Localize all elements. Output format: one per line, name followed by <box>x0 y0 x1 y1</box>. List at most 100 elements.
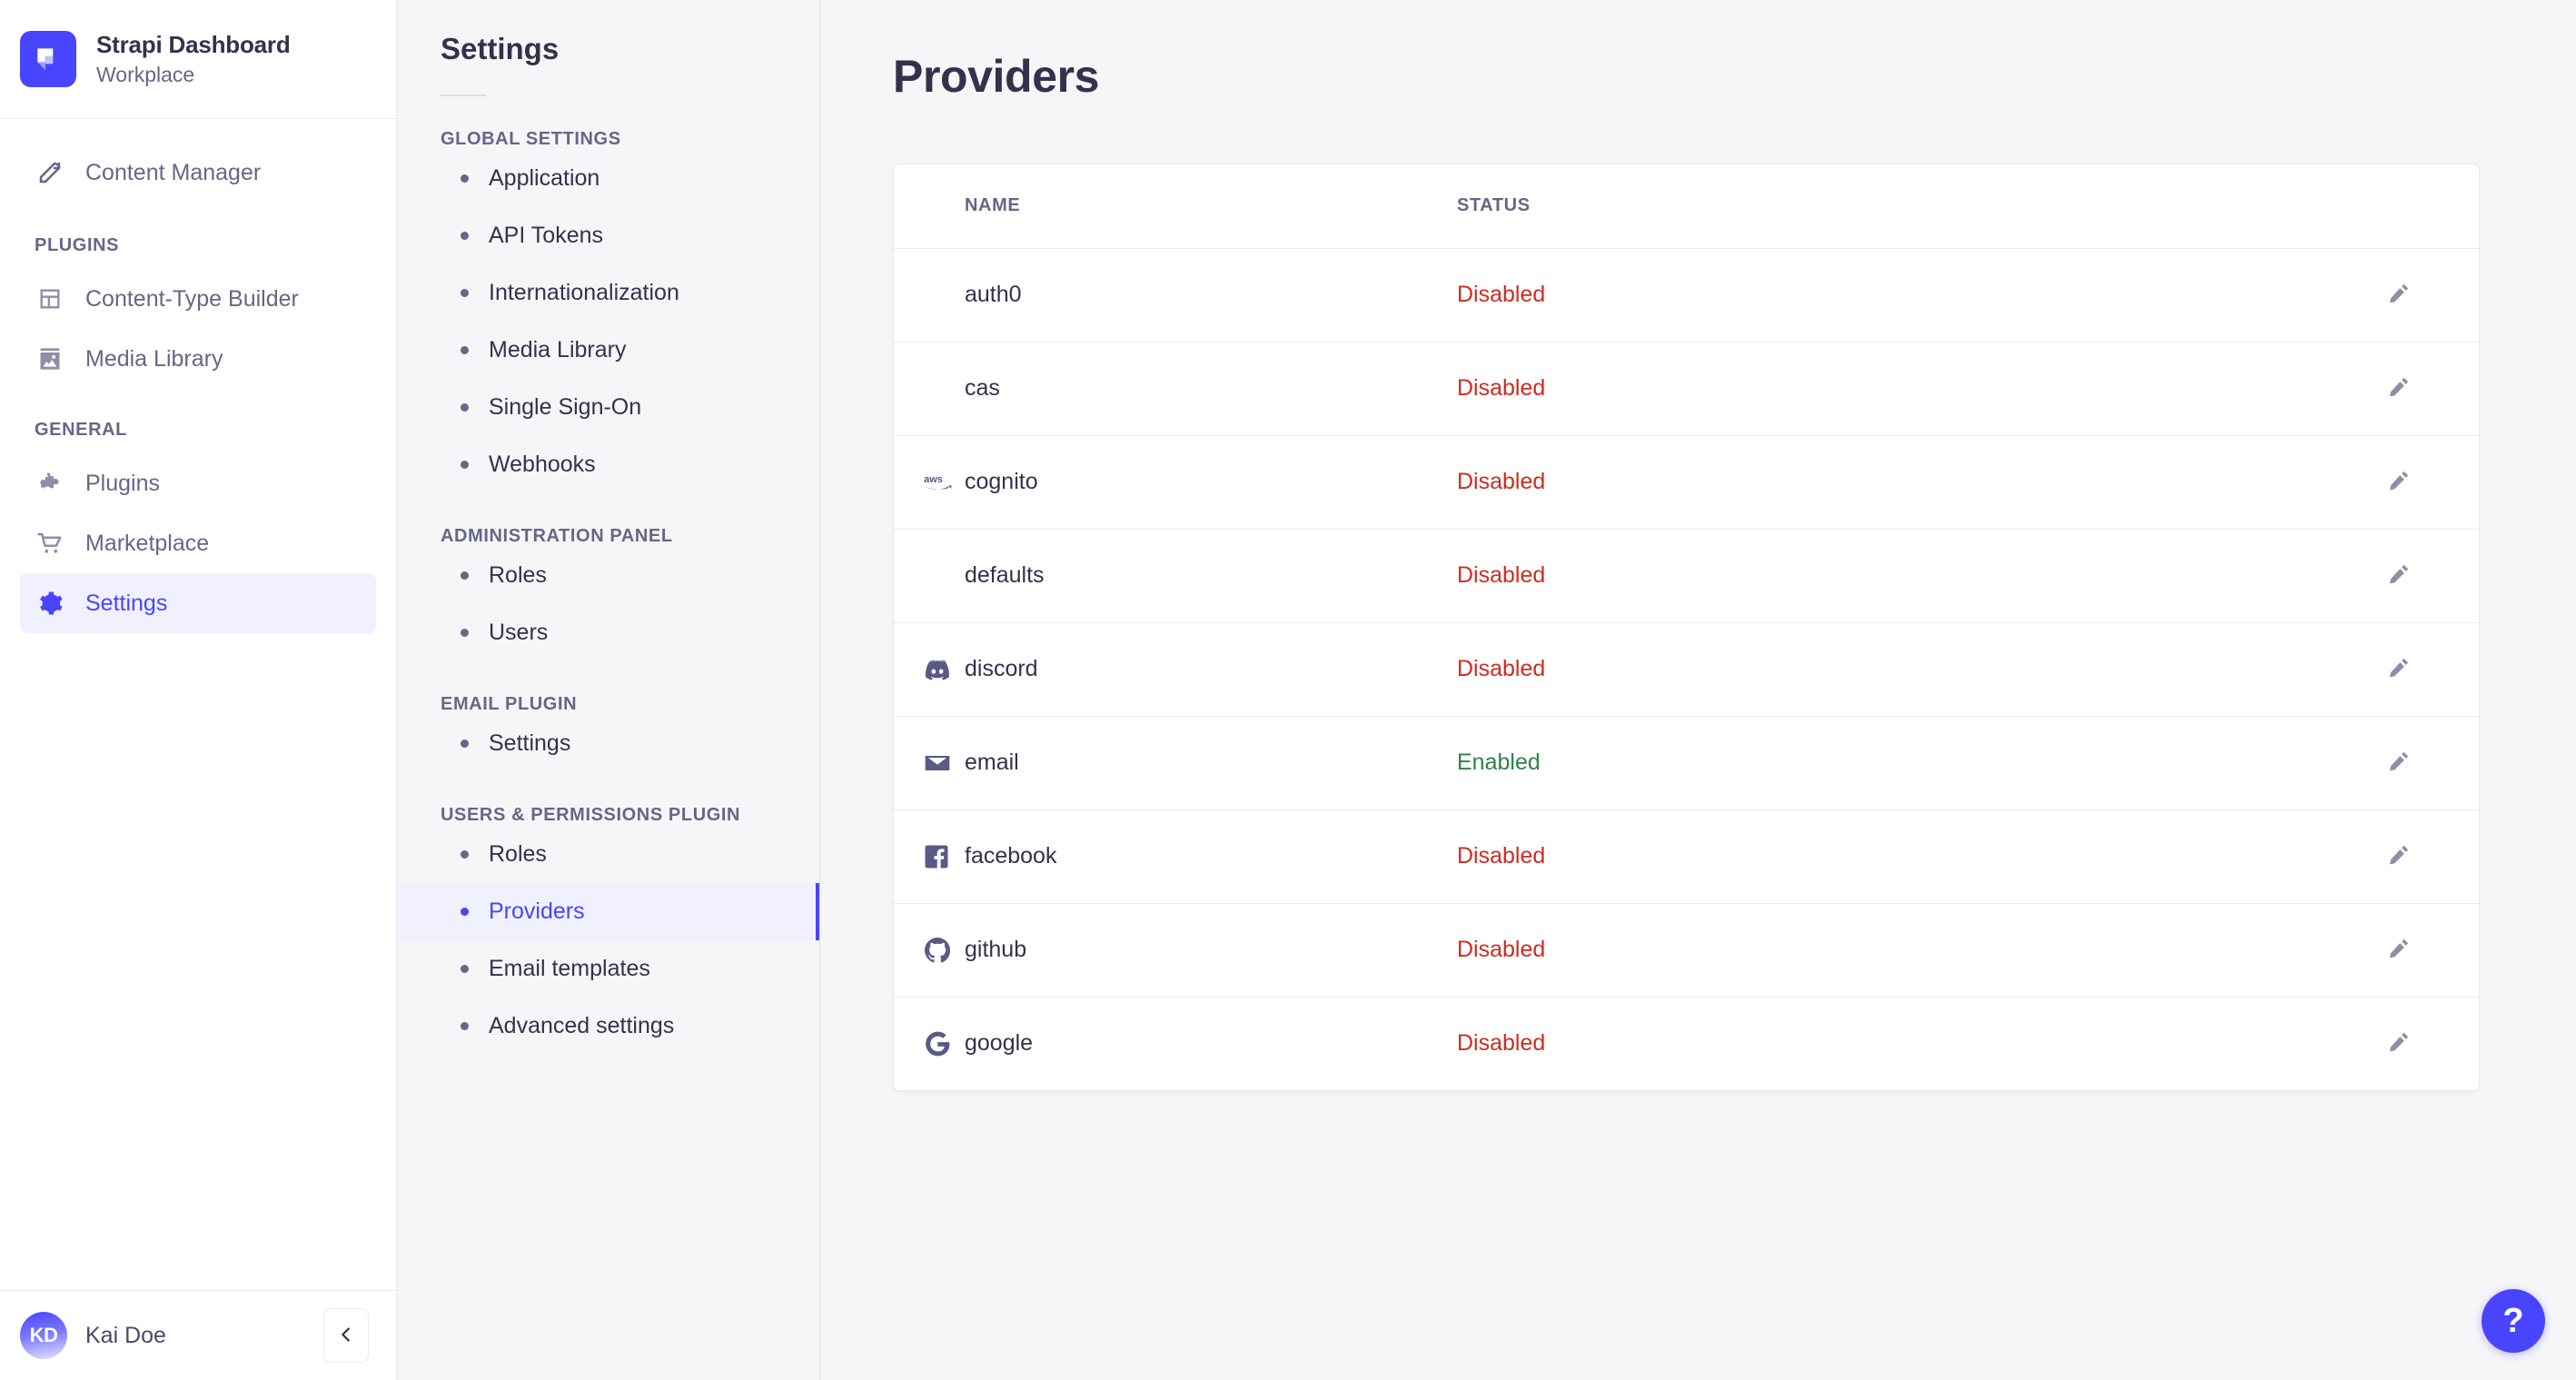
table-row[interactable]: auth0 Disabled <box>894 248 2479 343</box>
github-icon <box>923 936 965 965</box>
table-row[interactable]: facebook Disabled <box>894 809 2479 904</box>
pencil-icon <box>2387 469 2411 495</box>
sidebar-nav: Content Manager PLUGINS Content-Type Bui… <box>0 119 396 1290</box>
subnav-item-api-tokens[interactable]: API Tokens <box>397 207 819 264</box>
subnav-item-application[interactable]: Application <box>397 150 819 207</box>
svg-text:aws: aws <box>924 474 943 485</box>
table-row[interactable]: email Enabled <box>894 716 2479 810</box>
table-row[interactable]: cas Disabled <box>894 342 2479 436</box>
subnav-item-providers[interactable]: Providers <box>397 883 819 940</box>
edit-provider-button[interactable] <box>2379 930 2419 970</box>
sidebar-item-content-manager[interactable]: Content Manager <box>20 143 376 203</box>
bullet-icon <box>461 403 469 412</box>
workspace-subtitle: Workplace <box>96 63 195 86</box>
status-badge: Disabled <box>1457 562 1546 588</box>
table-row[interactable]: github Disabled <box>894 903 2479 998</box>
avatar[interactable]: KD <box>20 1312 67 1359</box>
provider-name: google <box>965 1030 1034 1056</box>
sidebar-item-plugins[interactable]: Plugins <box>20 453 376 513</box>
facebook-icon <box>923 843 965 870</box>
bullet-icon <box>461 461 469 469</box>
subnav-item-label: Providers <box>489 898 585 924</box>
provider-name-cell: github <box>925 936 1457 965</box>
edit-provider-button[interactable] <box>2379 743 2419 783</box>
provider-name: defaults <box>965 562 1045 588</box>
app-root: Strapi Dashboard Workplace Content Manag… <box>0 0 2576 1380</box>
providers-table: NAME STATUS auth0 Disabled cas Disabled … <box>894 164 2479 1091</box>
subnav-item-label: Settings <box>489 730 571 756</box>
subnav-item-users[interactable]: Users <box>397 604 819 661</box>
shopping-cart-icon <box>35 528 65 559</box>
bullet-icon <box>461 629 469 637</box>
subnav-item-media-library[interactable]: Media Library <box>397 322 819 379</box>
edit-provider-button[interactable] <box>2379 1024 2419 1064</box>
sidebar-item-label: Media Library <box>85 345 223 372</box>
bullet-icon <box>461 571 469 580</box>
subnav-item-email-templates[interactable]: Email templates <box>397 940 819 998</box>
google-icon <box>923 1029 965 1058</box>
status-badge: Disabled <box>1457 656 1546 681</box>
edit-provider-button[interactable] <box>2379 837 2419 877</box>
pencil-icon <box>2387 375 2411 402</box>
strapi-logo-icon <box>20 31 76 87</box>
status-badge: Disabled <box>1457 282 1546 307</box>
subnav-item-roles-users-permissions[interactable]: Roles <box>397 826 819 883</box>
sidebar-item-label: Plugins <box>85 470 160 496</box>
aws-icon: aws <box>923 472 965 492</box>
pencil-icon <box>2387 937 2411 963</box>
column-header-actions <box>2147 164 2479 249</box>
subnav-title: Settings <box>441 32 560 65</box>
table-row[interactable]: defaults Disabled <box>894 529 2479 623</box>
provider-name-cell: auth0 <box>965 282 1457 308</box>
bullet-icon <box>461 174 469 183</box>
pencil-icon <box>2387 1030 2411 1057</box>
edit-provider-button[interactable] <box>2379 369 2419 409</box>
provider-name-cell: cas <box>965 375 1457 402</box>
table-body: auth0 Disabled cas Disabled aws cognito … <box>894 248 2479 1091</box>
provider-name: cas <box>965 375 1000 401</box>
status-badge: Disabled <box>1457 375 1546 401</box>
table-row[interactable]: google Disabled <box>894 997 2479 1091</box>
subnav-item-advanced-settings[interactable]: Advanced settings <box>397 998 819 1055</box>
subnav-item-label: Users <box>489 620 549 645</box>
sidebar-item-marketplace[interactable]: Marketplace <box>20 513 376 573</box>
help-button[interactable]: ? <box>2482 1289 2545 1353</box>
sidebar-item-media-library[interactable]: Media Library <box>20 329 376 389</box>
pencil-icon <box>2387 282 2411 308</box>
provider-name: facebook <box>965 843 1057 869</box>
sidebar-item-content-type-builder[interactable]: Content-Type Builder <box>20 269 376 329</box>
sidebar-item-settings[interactable]: Settings <box>20 573 376 633</box>
subnav-item-email-settings[interactable]: Settings <box>397 715 819 772</box>
table-row[interactable]: aws cognito Disabled <box>894 435 2479 530</box>
subnav-item-label: Application <box>489 165 600 191</box>
edit-provider-button[interactable] <box>2379 556 2419 596</box>
bullet-icon <box>461 1022 469 1030</box>
subnav-group-label: USERS & PERMISSIONS PLUGIN <box>441 805 741 825</box>
edit-provider-button[interactable] <box>2379 462 2419 502</box>
column-header-name: NAME <box>894 164 1457 249</box>
subnav-item-single-sign-on[interactable]: Single Sign-On <box>397 379 819 436</box>
edit-provider-button[interactable] <box>2379 650 2419 690</box>
subnav-item-roles-admin[interactable]: Roles <box>397 547 819 604</box>
subnav-item-webhooks[interactable]: Webhooks <box>397 436 819 493</box>
bullet-icon <box>461 740 469 748</box>
envelope-icon <box>923 749 965 778</box>
subnav-group-email-plugin: EMAIL PLUGIN Settings <box>441 694 819 772</box>
table-head: NAME STATUS <box>894 164 2479 249</box>
providers-table-card: NAME STATUS auth0 Disabled cas Disabled … <box>893 164 2480 1092</box>
provider-name-cell: email <box>925 749 1457 778</box>
subnav-item-internationalization[interactable]: Internationalization <box>397 264 819 322</box>
subnav-item-label: Webhooks <box>489 452 596 477</box>
bullet-icon <box>461 908 469 916</box>
table-row[interactable]: discord Disabled <box>894 622 2479 717</box>
main-content: Providers NAME STATUS auth0 Disabled cas… <box>820 0 2576 1380</box>
subnav-group-label: EMAIL PLUGIN <box>441 694 578 714</box>
brand-header[interactable]: Strapi Dashboard Workplace <box>0 0 396 119</box>
subnav-item-label: Internationalization <box>489 280 679 305</box>
provider-name: github <box>965 937 1027 962</box>
edit-provider-button[interactable] <box>2379 275 2419 315</box>
subnav-item-label: Advanced settings <box>489 1013 675 1038</box>
provider-name: discord <box>965 656 1038 681</box>
sidebar-collapse-button[interactable] <box>323 1308 369 1363</box>
subnav-group-label: ADMINISTRATION PANEL <box>441 526 673 546</box>
